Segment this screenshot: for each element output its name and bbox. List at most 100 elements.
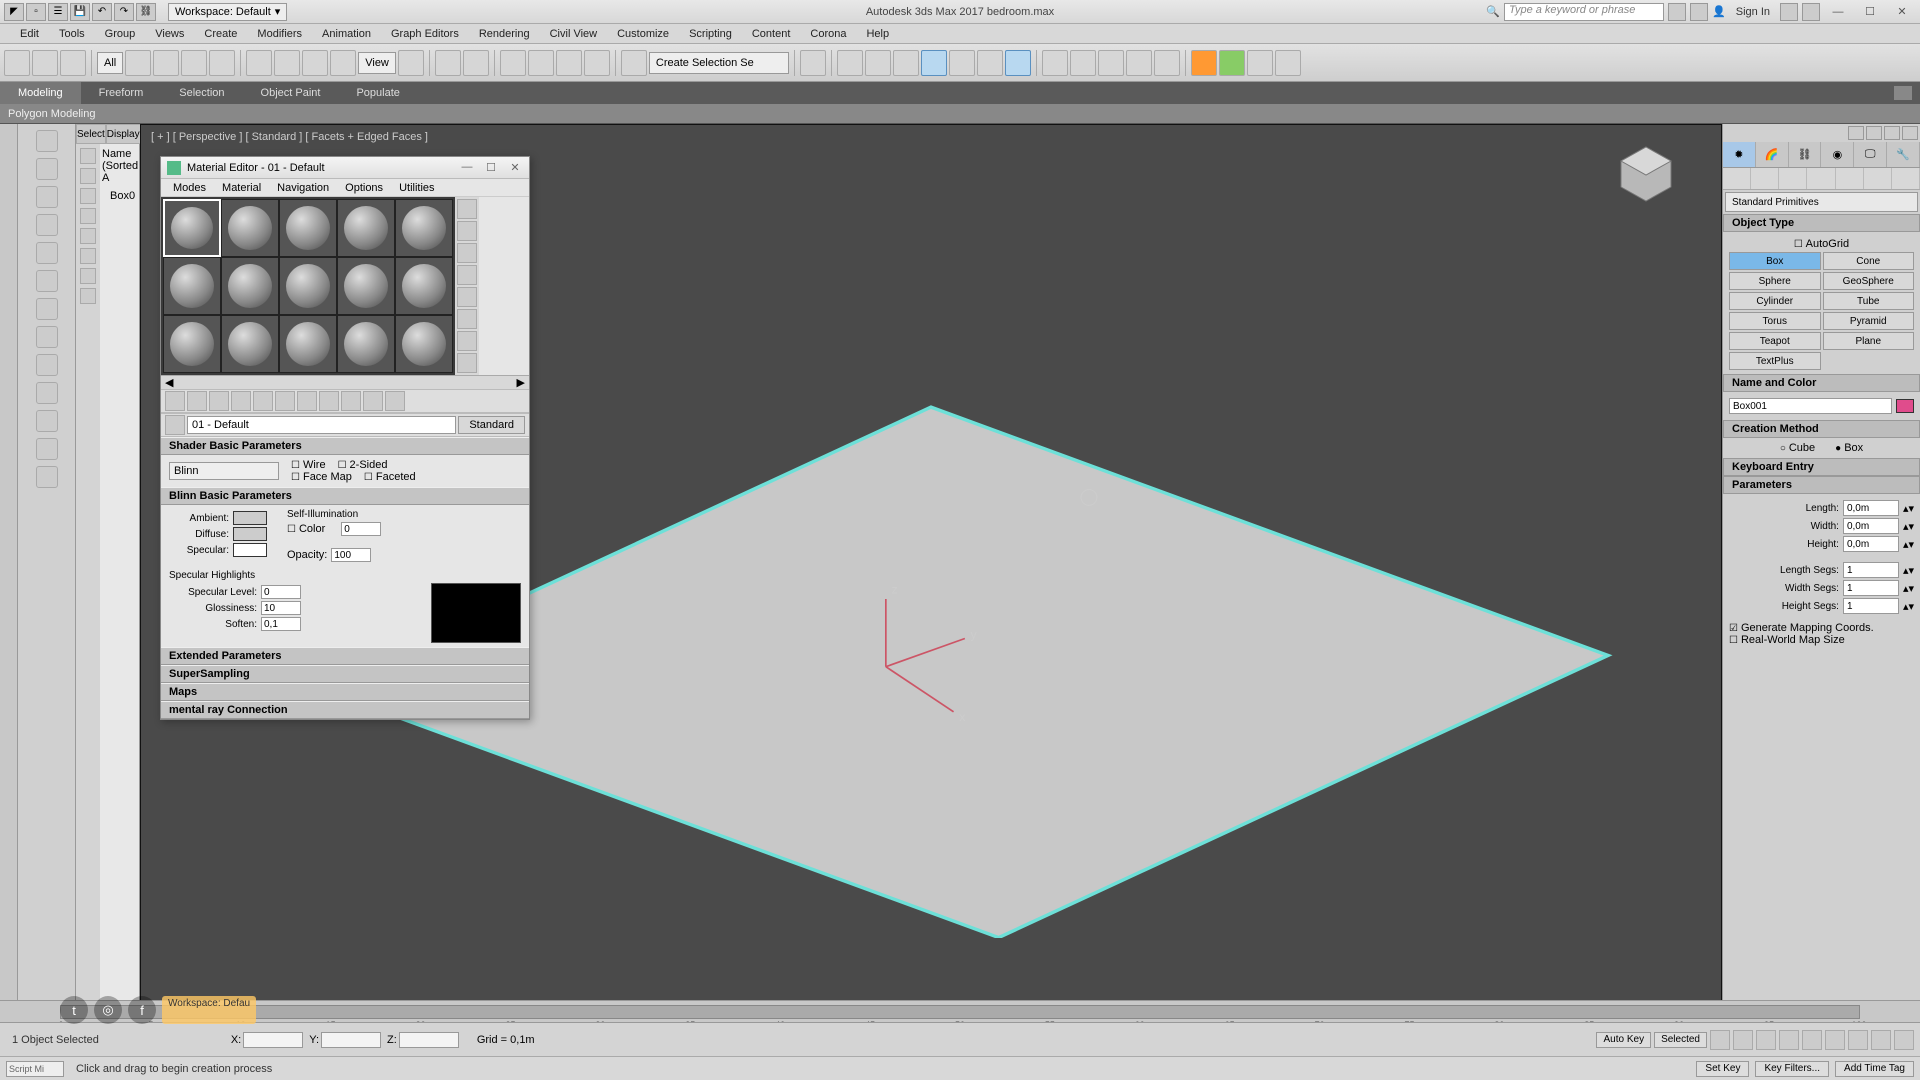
explorer-filter-icon[interactable] (80, 288, 96, 304)
select-object-icon[interactable] (125, 50, 151, 76)
forge-icon[interactable] (1191, 50, 1217, 76)
menu-help[interactable]: Help (856, 24, 899, 43)
mat-menu-options[interactable]: Options (337, 179, 391, 196)
menu-edit[interactable]: Edit (10, 24, 49, 43)
menu-modifiers[interactable]: Modifiers (247, 24, 312, 43)
facemap-check[interactable]: ☐ Face Map (291, 471, 352, 483)
spinner-snap-icon[interactable] (584, 50, 610, 76)
key-filters-button[interactable]: Key Filters... (1755, 1061, 1829, 1077)
obj-btn-cylinder[interactable]: Cylinder (1729, 292, 1821, 310)
wseg-spinner[interactable] (1843, 580, 1899, 596)
play-next-icon[interactable] (1779, 1030, 1799, 1050)
mat-menu-navigation[interactable]: Navigation (269, 179, 337, 196)
cat-lights-icon[interactable] (1779, 168, 1807, 189)
obj-btn-teapot[interactable]: Teapot (1729, 332, 1821, 350)
radio-cube[interactable]: ○ Cube (1780, 442, 1815, 454)
place-icon[interactable] (330, 50, 356, 76)
material-slot[interactable] (279, 199, 337, 257)
put-to-library-icon[interactable] (275, 391, 295, 411)
height-spinner[interactable] (1843, 536, 1899, 552)
go-forward-icon[interactable] (385, 391, 405, 411)
rollout-keyboard-entry[interactable]: Keyboard Entry (1723, 458, 1920, 476)
nav-icon[interactable] (1848, 1030, 1868, 1050)
spinner-arrows-icon[interactable]: ▴▾ (1903, 600, 1914, 613)
sample-type-icon[interactable] (457, 199, 477, 219)
menu-tools[interactable]: Tools (49, 24, 95, 43)
move-icon[interactable] (246, 50, 272, 76)
tool-icon[interactable] (36, 130, 58, 152)
selected-combo[interactable]: Selected (1654, 1032, 1707, 1048)
explorer-filter-icon[interactable] (80, 248, 96, 264)
spinner-arrows-icon[interactable]: ▴▾ (1903, 520, 1914, 533)
mirror-icon[interactable] (800, 50, 826, 76)
exchange-icon[interactable] (1780, 3, 1798, 21)
explorer-filter-icon[interactable] (80, 208, 96, 224)
diffuse-swatch[interactable] (233, 527, 267, 541)
tool-icon[interactable] (36, 410, 58, 432)
material-slot[interactable] (395, 257, 453, 315)
put-material-icon[interactable] (187, 391, 207, 411)
window-crossing-icon[interactable] (209, 50, 235, 76)
help-search[interactable]: Type a keyword or phrase (1504, 3, 1664, 21)
cat-geometry-icon[interactable] (1723, 168, 1751, 189)
slot-scroller[interactable]: ◀▶ (161, 375, 529, 389)
obj-btn-textplus[interactable]: TextPlus (1729, 352, 1821, 370)
tool-icon[interactable] (36, 382, 58, 404)
material-slot[interactable] (279, 315, 337, 373)
spinner-arrows-icon[interactable]: ▴▾ (1903, 538, 1914, 551)
mat-menu-material[interactable]: Material (214, 179, 269, 196)
explorer-list[interactable]: Name (Sorted A Box0 (100, 144, 139, 1040)
tool-icon[interactable] (36, 158, 58, 180)
obj-btn-cone[interactable]: Cone (1823, 252, 1915, 270)
material-slot[interactable] (163, 315, 221, 373)
cat-spacewarps-icon[interactable] (1864, 168, 1892, 189)
unlink-icon[interactable] (32, 50, 58, 76)
rollout-creation-method[interactable]: Creation Method (1723, 420, 1920, 438)
faceted-check[interactable]: ☐ Faceted (364, 471, 416, 483)
render-production-icon[interactable] (1098, 50, 1124, 76)
rotate-icon[interactable] (274, 50, 300, 76)
rollout-name-color[interactable]: Name and Color (1723, 374, 1920, 392)
object-color-swatch[interactable] (1896, 399, 1914, 413)
link-icon[interactable]: ⛓ (136, 3, 156, 21)
specular-swatch[interactable] (233, 543, 267, 557)
ribbon-extra-icon[interactable] (1894, 86, 1912, 100)
display-tab-icon[interactable]: 🖵 (1854, 142, 1887, 167)
obj-btn-geosphere[interactable]: GeoSphere (1823, 272, 1915, 290)
sign-in-link[interactable]: Sign In (1730, 6, 1776, 18)
menu-create[interactable]: Create (194, 24, 247, 43)
list-icon[interactable] (1275, 50, 1301, 76)
maxscript-listener[interactable]: Script Mi (6, 1061, 64, 1077)
menu-corona[interactable]: Corona (800, 24, 856, 43)
width-spinner[interactable] (1843, 518, 1899, 534)
material-editor-icon[interactable] (1005, 50, 1031, 76)
menu-rendering[interactable]: Rendering (469, 24, 540, 43)
auto-key-button[interactable]: Auto Key (1596, 1032, 1651, 1048)
snap-toggle-icon[interactable] (500, 50, 526, 76)
category-dropdown[interactable]: Standard Primitives (1725, 192, 1918, 212)
rollout-shader-basic[interactable]: Shader Basic Parameters (161, 437, 529, 455)
maximize-icon[interactable]: ☐ (483, 161, 499, 174)
z-field[interactable] (399, 1032, 459, 1048)
spinner-arrows-icon[interactable]: ▴▾ (1903, 582, 1914, 595)
material-slot[interactable] (221, 257, 279, 315)
angle-snap-icon[interactable] (528, 50, 554, 76)
options-icon[interactable] (457, 331, 477, 351)
save-icon[interactable]: 💾 (70, 3, 90, 21)
autogrid-check[interactable]: ☐ AutoGrid (1729, 236, 1914, 252)
rollout-parameters[interactable]: Parameters (1723, 476, 1920, 494)
menu-customize[interactable]: Customize (607, 24, 679, 43)
autodesk-cloud-icon[interactable] (1219, 50, 1245, 76)
opacity-spinner[interactable] (331, 548, 371, 562)
rollout-supersampling[interactable]: SuperSampling (161, 665, 529, 683)
selection-filter[interactable]: All (97, 52, 123, 74)
modify-tab-icon[interactable]: 🌈 (1756, 142, 1789, 167)
ribbon-tab-objectpaint[interactable]: Object Paint (243, 82, 339, 104)
render-setup-icon[interactable] (1042, 50, 1068, 76)
backlight-icon[interactable] (457, 221, 477, 241)
cat-helpers-icon[interactable] (1836, 168, 1864, 189)
new-icon[interactable]: ▫ (26, 3, 46, 21)
cmd-panel-dock-icon[interactable] (1866, 126, 1882, 140)
cmd-panel-dock-icon[interactable] (1884, 126, 1900, 140)
hseg-spinner[interactable] (1843, 598, 1899, 614)
